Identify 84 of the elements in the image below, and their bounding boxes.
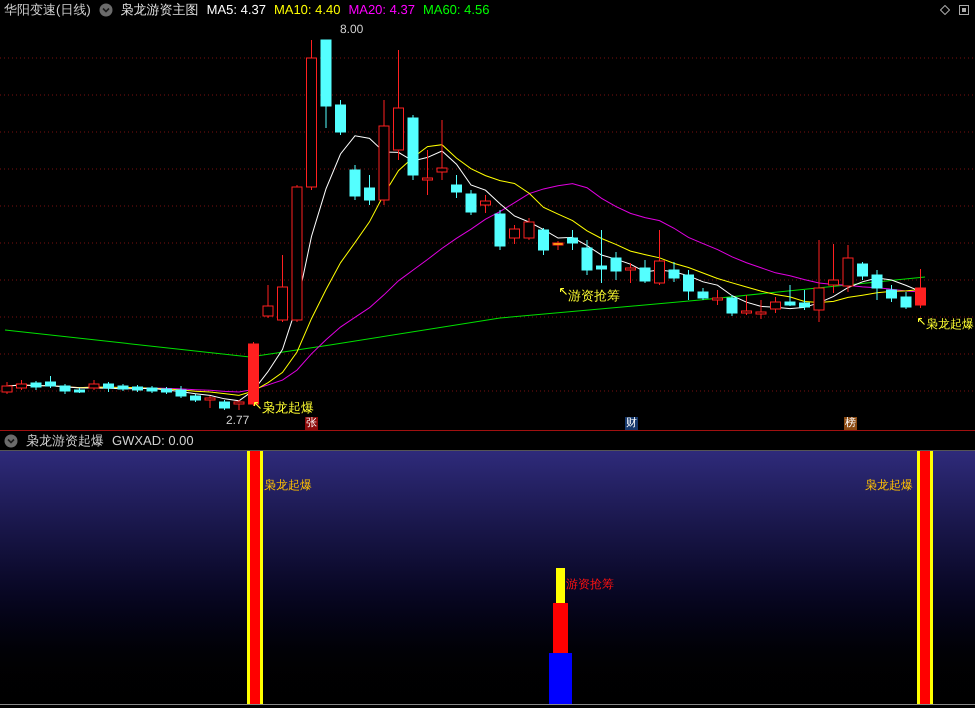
arrow-icon: [254, 402, 261, 409]
candlestick: [364, 174, 375, 206]
signal-label: 枭龙起爆: [926, 316, 974, 333]
candlestick: [190, 394, 201, 402]
candlestick: [277, 254, 288, 322]
candlestick: [712, 290, 723, 306]
candlestick: [915, 268, 926, 308]
candlestick: [262, 284, 274, 318]
indicator-name: 枭龙游资起爆: [26, 432, 104, 450]
candlestick: [668, 262, 680, 282]
candlestick: [683, 270, 694, 300]
candlestick: [900, 292, 912, 310]
event-marker: 榜: [844, 417, 857, 430]
candlestick: [176, 386, 186, 398]
candlestick: [886, 284, 897, 302]
candlestick: [726, 294, 738, 316]
ma-reading: MA20: 4.37: [348, 1, 415, 20]
candlestick: [784, 284, 796, 306]
candlestick: [118, 384, 128, 392]
candlestick: [74, 388, 85, 394]
signal-label: 游资抢筹: [568, 287, 620, 305]
candlestick: [161, 386, 172, 394]
candlestick: [625, 262, 636, 284]
price-label: 8.00: [340, 21, 364, 38]
candlestick: [756, 300, 766, 320]
signal-label: 枭龙起爆: [264, 477, 312, 494]
candlestick: [480, 194, 491, 214]
candlestick: [436, 120, 448, 180]
candlestick: [132, 384, 143, 392]
candlestick: [45, 376, 56, 388]
candlestick: [466, 190, 476, 216]
candlestick: [509, 224, 520, 244]
candlestick: [408, 114, 418, 180]
event-marker: 财: [625, 417, 638, 430]
candlestick: [350, 164, 360, 200]
candlestick: [248, 342, 259, 406]
candlestick: [524, 218, 534, 240]
candlestick: [451, 174, 462, 198]
candlestick: [610, 252, 622, 280]
candlestick: [654, 230, 665, 286]
dropdown-icon[interactable]: [98, 3, 113, 17]
candlestick: [146, 386, 158, 394]
diamond-icon: [940, 5, 950, 15]
candlestick: [842, 244, 854, 292]
candlestick: [872, 270, 882, 300]
candlestick: [698, 288, 708, 300]
indicator-name: 枭龙游资主图: [120, 1, 199, 20]
candlestick: [204, 396, 216, 408]
event-marker: 张: [305, 417, 318, 430]
candlestick: [552, 240, 564, 250]
candlestick: [234, 400, 244, 410]
ma-reading: MA60: 4.56: [422, 1, 490, 20]
candlestick: [799, 290, 810, 310]
candlestick: [335, 100, 346, 136]
window-icon: [959, 5, 969, 15]
arrow-icon: [918, 318, 925, 325]
candlestick: [422, 150, 433, 196]
candlestick: [60, 384, 70, 394]
price-label: 2.77: [226, 412, 250, 429]
candlestick: [828, 244, 839, 294]
candlestick: [770, 296, 781, 314]
ma-reading: MA10: 4.40: [274, 1, 340, 20]
candlestick: [2, 382, 12, 394]
ma-reading: MA5: 4.37: [206, 1, 266, 20]
candlestick: [567, 230, 578, 250]
candlestick: [538, 228, 549, 256]
dropdown-icon[interactable]: [4, 434, 18, 448]
candlestick: [88, 380, 100, 390]
candlestick: [30, 380, 42, 390]
indicator-reading: GWXAD: 0.00: [112, 432, 194, 450]
candlestick: [582, 240, 592, 276]
candlestick: [103, 382, 114, 392]
signal-label: 游资抢筹: [566, 576, 614, 593]
candlestick: [494, 210, 506, 250]
candlestick: [219, 400, 230, 410]
candlestick: [741, 294, 752, 316]
signal-label: 枭龙起爆: [865, 477, 913, 494]
candlestick: [16, 380, 27, 390]
candlestick: [596, 230, 607, 284]
candlestick: [857, 262, 868, 280]
stock-title: 华阳变速(日线): [4, 1, 91, 20]
candlestick: [640, 260, 650, 284]
arrow-icon: [560, 288, 567, 295]
signal-label: 枭龙起爆: [262, 399, 314, 417]
